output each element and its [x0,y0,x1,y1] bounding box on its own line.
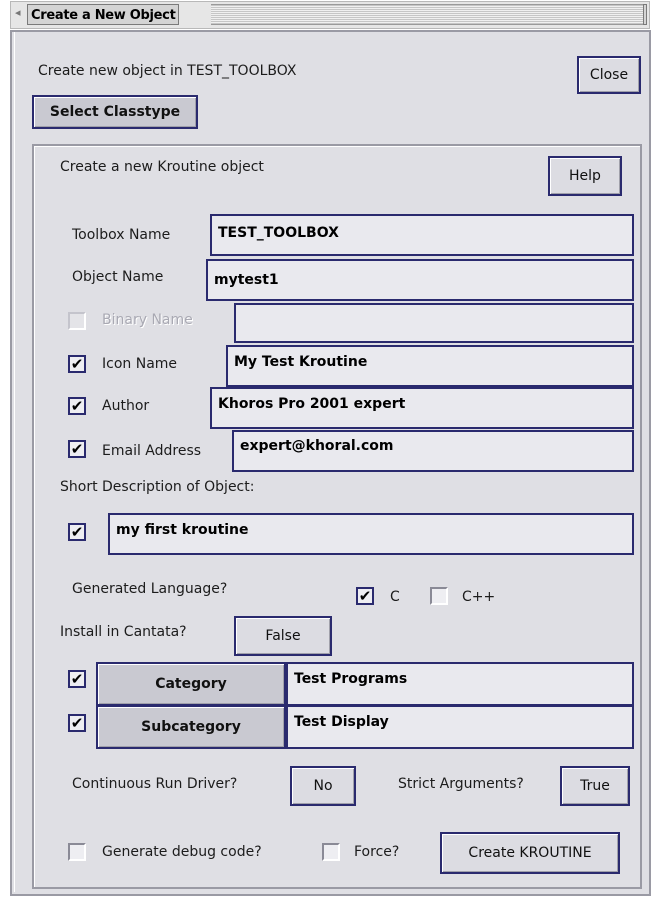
short-description-field[interactable]: my first kroutine [108,513,634,555]
close-button[interactable]: Close [577,56,641,94]
category-field[interactable]: Test Programs [286,662,634,706]
language-cpp-checkbox[interactable] [430,587,448,605]
panel-heading: Create a new Kroutine object [60,159,264,175]
icon-name-field[interactable]: My Test Kroutine [226,345,634,387]
force-label: Force? [354,844,400,860]
binary-name-label: Binary Name [102,312,193,328]
titlebar-end-handle[interactable] [643,4,647,25]
debug-code-checkbox[interactable] [68,843,86,861]
short-description-checkbox[interactable]: ✔ [68,523,86,541]
subcategory-button[interactable]: Subcategory [96,705,286,749]
debug-code-label: Generate debug code? [102,844,262,860]
object-name-field[interactable]: mytest1 [206,259,634,301]
author-label: Author [102,398,150,414]
email-field[interactable]: expert@khoral.com [232,430,634,472]
subcategory-checkbox[interactable]: ✔ [68,714,86,732]
continuous-run-label: Continuous Run Driver? [72,776,238,792]
titlebar-drag-area[interactable] [211,4,643,25]
author-checkbox[interactable]: ✔ [68,397,86,415]
toolbox-name-label: Toolbox Name [72,227,171,243]
window-title: Create a New Object [27,4,180,25]
icon-name-checkbox[interactable]: ✔ [68,355,86,373]
category-checkbox[interactable]: ✔ [68,670,86,688]
email-label: Email Address [102,443,202,459]
strict-arguments-toggle[interactable]: True [560,766,630,806]
language-c-checkbox[interactable]: ✔ [356,587,374,605]
subcategory-field[interactable]: Test Display [286,705,634,749]
strict-arguments-label: Strict Arguments? [398,776,524,792]
icon-name-label: Icon Name [102,356,178,372]
create-object-window: Create new object in TEST_TOOLBOX Close … [10,30,651,896]
toolbox-name-field[interactable]: TEST_TOOLBOX [210,214,634,256]
binary-name-checkbox[interactable] [68,312,86,330]
help-button[interactable]: Help [548,156,622,196]
window-titlebar[interactable]: ◂ Create a New Object [10,1,650,29]
category-button[interactable]: Category [96,662,286,706]
generated-language-label: Generated Language? [72,581,228,597]
email-checkbox[interactable]: ✔ [68,440,86,458]
continuous-run-toggle[interactable]: No [290,766,356,806]
kroutine-panel: Create a new Kroutine object Help Toolbo… [32,144,642,889]
author-field[interactable]: Khoros Pro 2001 expert [210,387,634,429]
binary-name-field[interactable] [234,303,634,343]
force-checkbox[interactable] [322,843,340,861]
create-kroutine-button[interactable]: Create KROUTINE [440,832,620,874]
install-cantata-label: Install in Cantata? [60,624,187,640]
create-in-label: Create new object in TEST_TOOLBOX [38,63,297,79]
object-name-label: Object Name [72,269,164,285]
select-classtype-button[interactable]: Select Classtype [32,95,198,129]
language-c-label: C [390,589,400,605]
window-menu-arrow-icon[interactable]: ◂ [15,6,21,19]
short-description-label: Short Description of Object: [60,479,255,495]
language-cpp-label: C++ [462,589,496,605]
install-cantata-toggle[interactable]: False [234,616,332,656]
